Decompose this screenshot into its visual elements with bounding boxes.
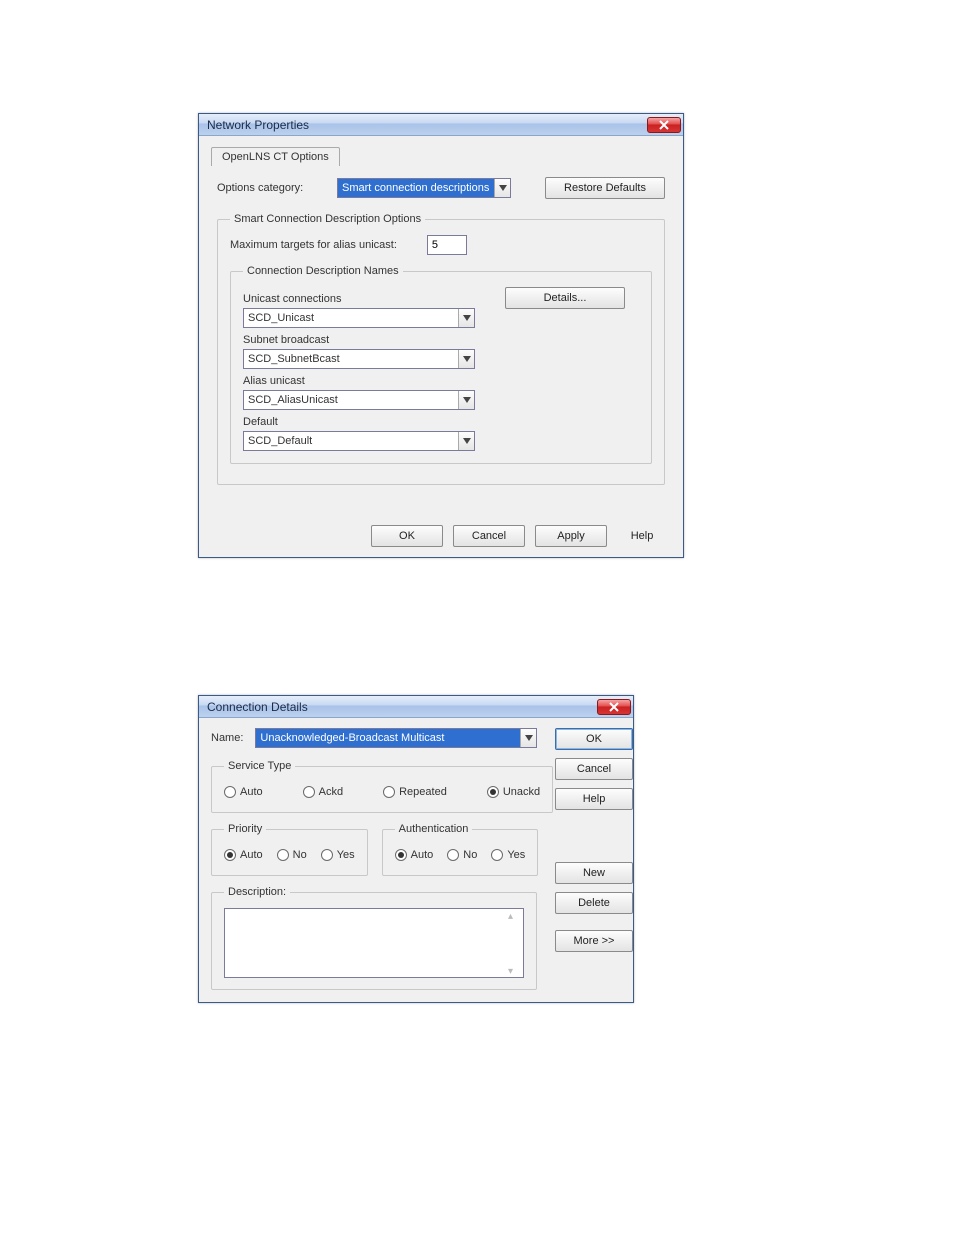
subnet-broadcast-combo[interactable]: SCD_SubnetBcast (243, 349, 475, 369)
alias-unicast-label: Alias unicast (243, 375, 639, 387)
connection-description-names-group: Connection Description Names Details... … (230, 265, 652, 464)
name-combo[interactable]: Unacknowledged-Broadcast Multicast (255, 728, 537, 748)
connection-details-dialog: Connection Details Name: Unacknowledged-… (198, 695, 634, 1003)
close-button[interactable] (597, 699, 631, 715)
cancel-button[interactable]: Cancel (555, 758, 633, 780)
help-button[interactable]: Help (617, 525, 667, 547)
dialog-title: Connection Details (207, 700, 597, 714)
smart-connection-description-options-group: Smart Connection Description Options Max… (217, 213, 665, 485)
default-value: SCD_Default (244, 432, 458, 450)
default-combo[interactable]: SCD_Default (243, 431, 475, 451)
service-repeated-radio[interactable]: Repeated (383, 786, 447, 798)
authentication-group: Authentication Auto No Yes (382, 823, 539, 876)
options-category-combo[interactable]: Smart connection descriptions (337, 178, 511, 198)
name-label: Name: (211, 732, 243, 744)
chevron-down-icon[interactable] (520, 729, 536, 747)
description-textarea[interactable] (224, 908, 524, 978)
priority-no-radio[interactable]: No (277, 849, 307, 861)
subnet-broadcast-label: Subnet broadcast (243, 334, 639, 346)
help-button[interactable]: Help (555, 788, 633, 810)
alias-unicast-combo[interactable]: SCD_AliasUnicast (243, 390, 475, 410)
service-ackd-radio[interactable]: Ackd (303, 786, 343, 798)
subnet-broadcast-value: SCD_SubnetBcast (244, 350, 458, 368)
cancel-button[interactable]: Cancel (453, 525, 525, 547)
chevron-down-icon[interactable] (494, 179, 510, 197)
scroll-up-icon: ▴ (508, 912, 520, 922)
chevron-down-icon[interactable] (458, 309, 474, 327)
ok-button[interactable]: OK (371, 525, 443, 547)
details-button[interactable]: Details... (505, 287, 625, 309)
apply-button[interactable]: Apply (535, 525, 607, 547)
alias-unicast-value: SCD_AliasUnicast (244, 391, 458, 409)
priority-legend: Priority (224, 823, 266, 835)
service-type-legend: Service Type (224, 760, 295, 772)
description-group: Description: ▴ ▾ (211, 886, 537, 990)
restore-defaults-button[interactable]: Restore Defaults (545, 177, 665, 199)
options-category-label: Options category: (217, 182, 327, 194)
service-type-group: Service Type Auto Ackd Repeated Unackd (211, 760, 553, 813)
service-unackd-radio[interactable]: Unackd (487, 786, 540, 798)
auth-no-radio[interactable]: No (447, 849, 477, 861)
service-auto-radio[interactable]: Auto (224, 786, 263, 798)
auth-yes-radio[interactable]: Yes (491, 849, 525, 861)
options-category-value: Smart connection descriptions (338, 179, 494, 197)
more-button[interactable]: More >> (555, 930, 633, 952)
outer-legend: Smart Connection Description Options (230, 213, 425, 225)
max-targets-label: Maximum targets for alias unicast: (230, 239, 397, 251)
default-label: Default (243, 416, 639, 428)
close-button[interactable] (647, 117, 681, 133)
auth-auto-radio[interactable]: Auto (395, 849, 434, 861)
titlebar[interactable]: Connection Details (199, 696, 633, 718)
scroll-down-icon: ▾ (508, 967, 520, 977)
description-legend: Description: (224, 886, 290, 898)
chevron-down-icon[interactable] (458, 432, 474, 450)
priority-auto-radio[interactable]: Auto (224, 849, 263, 861)
authentication-legend: Authentication (395, 823, 473, 835)
priority-yes-radio[interactable]: Yes (321, 849, 355, 861)
unicast-connections-combo[interactable]: SCD_Unicast (243, 308, 475, 328)
dialog-title: Network Properties (207, 118, 647, 132)
ok-button[interactable]: OK (555, 728, 633, 750)
delete-button[interactable]: Delete (555, 892, 633, 914)
tab-openlns-ct-options[interactable]: OpenLNS CT Options (211, 147, 340, 166)
new-button[interactable]: New (555, 862, 633, 884)
priority-group: Priority Auto No Yes (211, 823, 368, 876)
inner-legend: Connection Description Names (243, 265, 403, 277)
chevron-down-icon[interactable] (458, 391, 474, 409)
unicast-connections-value: SCD_Unicast (244, 309, 458, 327)
chevron-down-icon[interactable] (458, 350, 474, 368)
network-properties-dialog: Network Properties OpenLNS CT Options Op… (198, 113, 684, 558)
max-targets-input[interactable] (427, 235, 467, 255)
titlebar[interactable]: Network Properties (199, 114, 683, 136)
name-value: Unacknowledged-Broadcast Multicast (256, 729, 520, 747)
